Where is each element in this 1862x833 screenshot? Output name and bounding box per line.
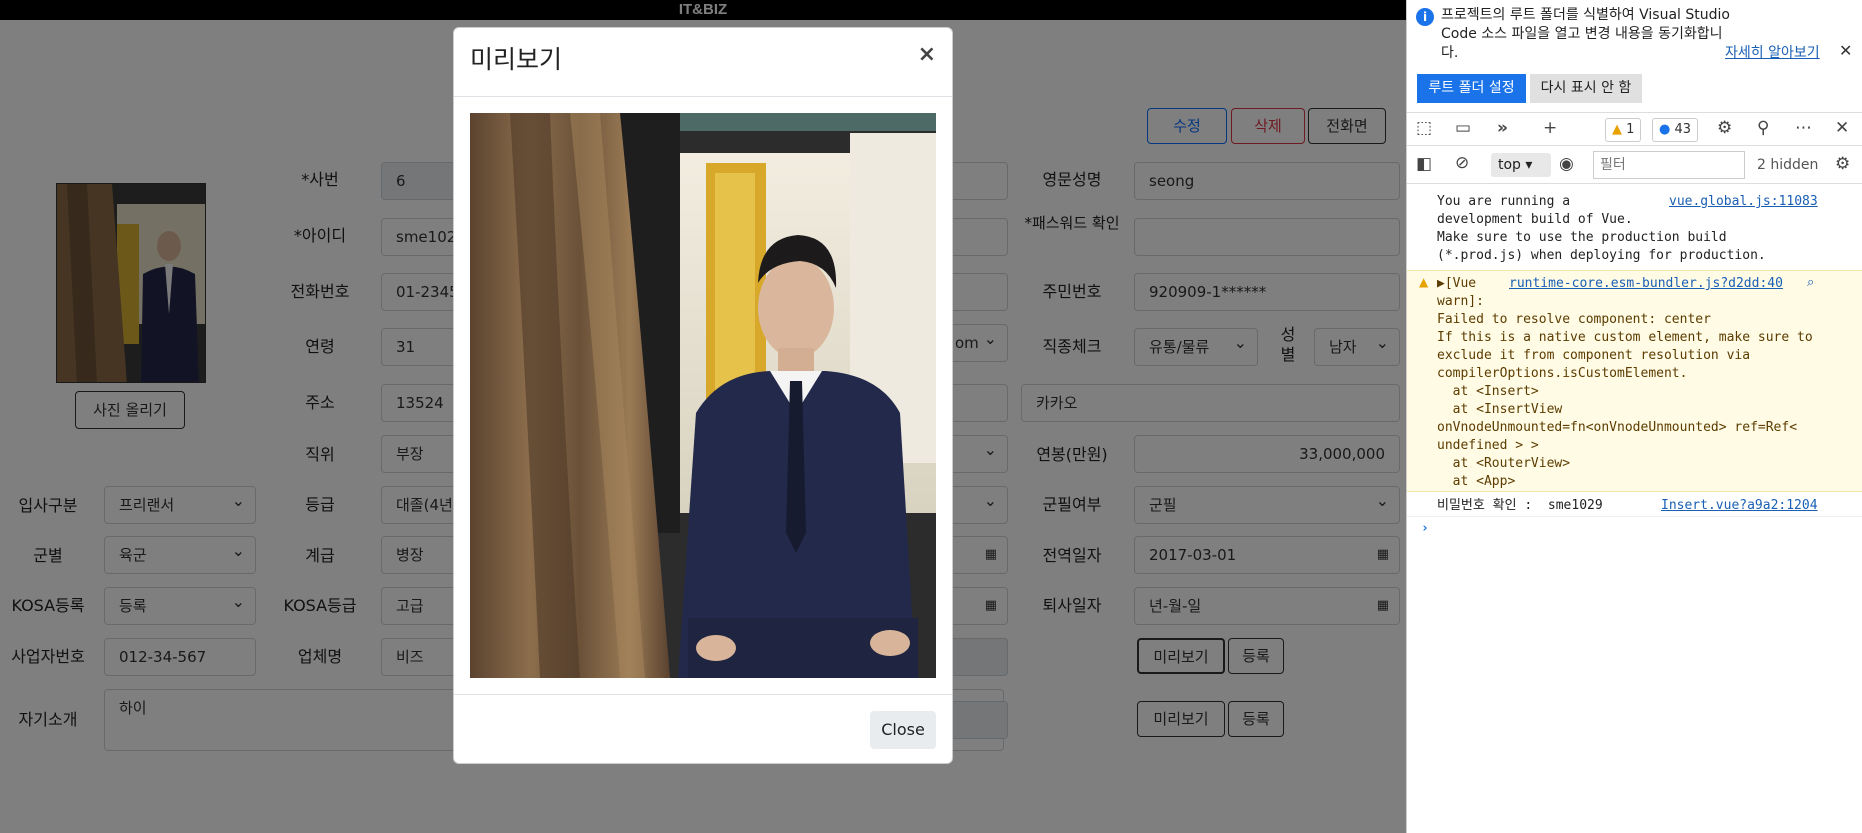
warning-line: at <InsertView xyxy=(1437,402,1563,417)
connect-icon[interactable]: ⚲ xyxy=(1757,118,1769,138)
dont-show-again-button[interactable]: 다시 표시 안 함 xyxy=(1530,74,1642,103)
inspect-element-icon[interactable]: ⬚ xyxy=(1416,118,1432,138)
modal-close-icon[interactable]: × xyxy=(918,42,936,67)
log-text: 비밀번호 확인 : sme1029 xyxy=(1437,498,1603,513)
search-icon[interactable]: ⌕ xyxy=(1807,275,1814,290)
warning-line: Failed to resolve component: center xyxy=(1437,312,1711,327)
warning-line: at <App> xyxy=(1437,474,1516,489)
messages-badge[interactable]: ● 43 xyxy=(1652,118,1699,142)
main-page: IT&BIZ 수정 삭제 전화면 사진 올리기 *사번 6 *아이디 sme10… xyxy=(0,0,1406,833)
warning-line: exclude it from component resolution via xyxy=(1437,348,1751,363)
set-root-folder-button[interactable]: 루트 폴더 설정 xyxy=(1417,74,1526,103)
warnings-count: 1 xyxy=(1626,122,1635,137)
console-line: You are running a xyxy=(1437,194,1571,209)
prompt-chevron-icon: › xyxy=(1421,521,1429,536)
more-options-icon[interactable]: ⋯ xyxy=(1795,118,1812,138)
close-devtools-icon[interactable]: ✕ xyxy=(1835,118,1849,138)
source-link-runtime-core[interactable]: runtime-core.esm-bundler.js?d2dd:40 xyxy=(1509,275,1783,293)
devtools-panel: i 프로젝트의 루트 폴더를 식별하여 Visual Studio Code 소… xyxy=(1406,0,1862,833)
warnings-badge[interactable]: ▲ 1 xyxy=(1605,118,1642,142)
modal-header: 미리보기 × xyxy=(454,28,952,97)
sidebar-toggle-icon[interactable]: ◧ xyxy=(1416,154,1432,174)
warning-line: compilerOptions.isCustomElement. xyxy=(1437,366,1688,381)
devtools-main-toolbar: ⬚ ▭ » + ▲ 1 ● 43 ⚙ ⚲ ⋯ ✕ xyxy=(1407,112,1862,146)
console-line: development build of Vue. xyxy=(1437,212,1633,227)
console-line: Make sure to use the production build xyxy=(1437,230,1727,245)
preview-photo xyxy=(470,113,936,678)
modal-close-button[interactable]: Close xyxy=(870,711,936,749)
context-select[interactable]: top ▾ xyxy=(1491,153,1551,177)
infobar-close-icon[interactable]: ✕ xyxy=(1839,41,1852,60)
info-icon: i xyxy=(1416,8,1434,26)
devtools-infobar: i 프로젝트의 루트 폴더를 식별하여 Visual Studio Code 소… xyxy=(1407,0,1862,112)
warning-line: undefined > > xyxy=(1437,438,1539,453)
messages-count: 43 xyxy=(1674,122,1692,137)
source-link-vue-global[interactable]: vue.global.js:11083 xyxy=(1669,193,1818,211)
warning-icon: ▲ xyxy=(1612,122,1622,137)
warning-expand-toggle[interactable]: ▶[Vue xyxy=(1437,275,1476,293)
modal-footer: Close xyxy=(454,694,952,764)
source-link-insert-vue[interactable]: Insert.vue?a9a2:1204 xyxy=(1661,497,1818,515)
more-tabs-icon[interactable]: » xyxy=(1497,118,1508,138)
console-log-password-check: 비밀번호 확인 : sme1029 Insert.vue?a9a2:1204 xyxy=(1407,497,1862,517)
learn-more-link[interactable]: 자세히 알아보기 xyxy=(1725,42,1820,62)
settings-gear-icon[interactable]: ⚙ xyxy=(1717,118,1732,138)
console-line: (*.prod.js) when deploying for productio… xyxy=(1437,248,1766,263)
warning-line: warn]: xyxy=(1437,294,1484,309)
chevron-down-icon: ▾ xyxy=(1525,157,1533,173)
console-message-vue-dev: You are running a vue.global.js:11083 de… xyxy=(1407,193,1862,265)
app-root: IT&BIZ 수정 삭제 전화면 사진 올리기 *사번 6 *아이디 sme10… xyxy=(0,0,1862,833)
hidden-messages-count: 2 hidden xyxy=(1757,157,1819,173)
add-tab-icon[interactable]: + xyxy=(1543,118,1557,138)
infobar-message: 프로젝트의 루트 폴더를 식별하여 Visual Studio Code 소스 … xyxy=(1441,7,1730,61)
message-icon: ● xyxy=(1659,122,1671,137)
context-select-value: top xyxy=(1498,157,1521,173)
clear-console-icon[interactable]: ⊘ xyxy=(1455,153,1469,173)
device-toolbar-icon[interactable]: ▭ xyxy=(1455,118,1471,138)
warning-line: If this is a native custom element, make… xyxy=(1437,330,1813,345)
console-toolbar: ◧ ⊘ top ▾ ◉ 필터 2 hidden ⚙ xyxy=(1407,146,1862,184)
console-prompt[interactable]: › xyxy=(1407,520,1862,540)
preview-modal: 미리보기 × Close xyxy=(453,27,953,764)
console-settings-icon[interactable]: ⚙ xyxy=(1835,154,1850,174)
console-warning-message: ▲ ▶[Vue runtime-core.esm-bundler.js?d2dd… xyxy=(1407,270,1862,492)
modal-title: 미리보기 xyxy=(470,45,563,74)
warning-line: onVnodeUnmounted=fn<onVnodeUnmounted> re… xyxy=(1437,420,1798,435)
live-expression-eye-icon[interactable]: ◉ xyxy=(1559,154,1574,174)
warning-triangle-icon: ▲ xyxy=(1419,275,1429,289)
warning-line: at <RouterView> xyxy=(1437,456,1571,471)
console-filter-input[interactable]: 필터 xyxy=(1593,151,1745,179)
preview-photo-image xyxy=(470,113,936,678)
warning-line: at <Insert> xyxy=(1437,384,1539,399)
